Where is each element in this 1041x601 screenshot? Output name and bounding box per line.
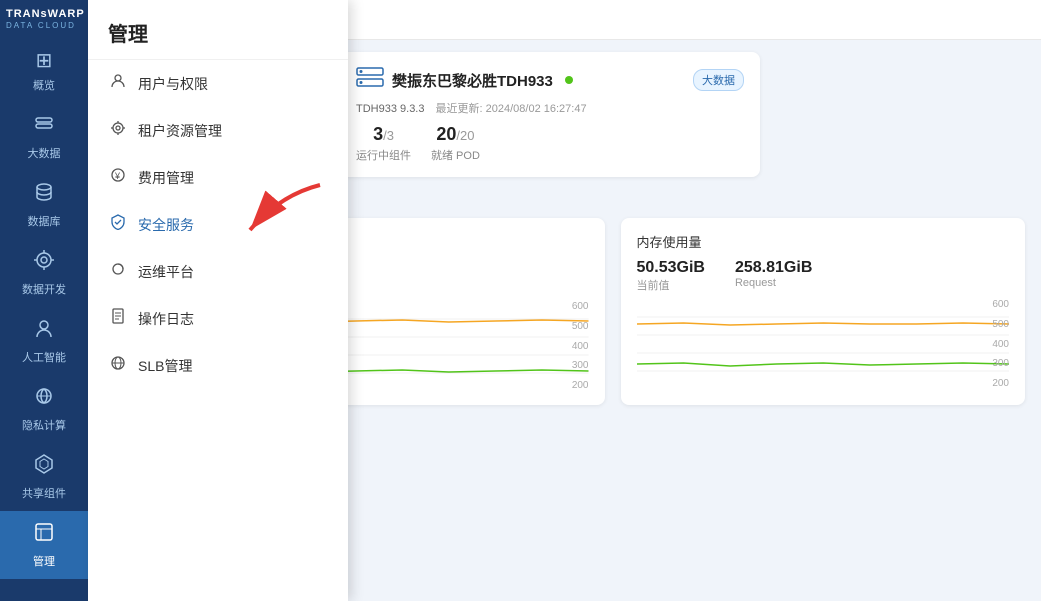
metric-pod-2: 20/20 就绪 POD <box>431 124 480 163</box>
overview-icon: ⊞ <box>36 48 53 73</box>
card-title-row-2: 樊振东巴黎必胜TDH933 <box>356 66 573 94</box>
sidebar-item-admin[interactable]: 管理 <box>0 511 88 579</box>
sidebar-item-label: 大数据 <box>28 145 61 161</box>
ai-icon <box>33 317 55 345</box>
card-name-2: 樊振东巴黎必胜TDH933 <box>392 70 553 91</box>
menu-item-billing[interactable]: ¥ 费用管理 <box>88 154 348 201</box>
card-sub-2: TDH933 9.3.3 最近更新: 2024/08/02 16:27:47 <box>356 100 744 116</box>
sidebar-item-datadev[interactable]: 数据开发 <box>0 239 88 307</box>
card-metrics-2: 3/3 运行中组件 20/20 就绪 POD <box>356 124 744 163</box>
menu-item-label: 用户与权限 <box>138 74 208 94</box>
sidebar-item-ai[interactable]: 人工智能 <box>0 307 88 375</box>
mem-stat-current: 50.53GiB 当前值 <box>637 259 705 293</box>
sidebar-item-overview[interactable]: ⊞ 概览 <box>0 38 88 103</box>
card-header-2: 樊振东巴黎必胜TDH933 大数据 <box>356 66 744 94</box>
mem-chart-area: 600 500 400 300 200 <box>637 299 1010 389</box>
metric-label-comp: 运行中组件 <box>356 147 411 163</box>
mem-request-label: Request <box>735 277 812 289</box>
mem-chart-panel: 内存使用量 50.53GiB 当前值 258.81GiB Request <box>621 218 1026 405</box>
metric-label-pod2: 就绪 POD <box>431 147 480 163</box>
status-dot-2 <box>565 76 573 84</box>
shared-icon <box>33 453 55 481</box>
cpu-y-labels: 600 500 400 300 200 <box>572 301 589 391</box>
menu-item-ops[interactable]: 运维平台 <box>88 248 348 295</box>
ops-icon <box>108 261 128 282</box>
sidebar-item-label: 隐私计算 <box>22 417 66 433</box>
metric-value-comp: 3/3 <box>373 124 394 145</box>
logo-area: TRANsWARP DATA CLOUD <box>0 0 88 38</box>
mem-stat-request: 258.81GiB Request <box>735 259 812 293</box>
datadev-icon <box>33 249 55 277</box>
sidebar-item-bigdata[interactable]: 大数据 <box>0 103 88 171</box>
menu-item-label: 操作日志 <box>138 309 194 329</box>
menu-item-tenant[interactable]: 租户资源管理 <box>88 107 348 154</box>
privacy-icon <box>33 385 55 413</box>
sidebar: TRANsWARP DATA CLOUD ⊞ 概览 大数据 数据库 <box>0 0 88 601</box>
menu-item-label: 安全服务 <box>138 215 194 235</box>
menu-item-user-perm[interactable]: 用户与权限 <box>88 60 348 107</box>
sidebar-item-label: 管理 <box>33 553 55 569</box>
mem-current-label: 当前值 <box>637 277 705 293</box>
brand-sub: DATA CLOUD <box>6 21 82 30</box>
oplog-icon <box>108 308 128 329</box>
mem-y-labels: 600 500 400 300 200 <box>992 299 1009 389</box>
menu-item-label: 运维平台 <box>138 262 194 282</box>
mem-chart-stats: 50.53GiB 当前值 258.81GiB Request <box>637 259 1010 293</box>
slb-icon <box>108 355 128 376</box>
user-icon <box>108 73 128 94</box>
sidebar-item-shared[interactable]: 共享组件 <box>0 443 88 511</box>
menu-item-security[interactable]: 安全服务 <box>88 201 348 248</box>
sidebar-item-privacy[interactable]: 隐私计算 <box>0 375 88 443</box>
sidebar-item-label: 数据库 <box>28 213 61 229</box>
admin-icon <box>33 521 55 549</box>
brand-name: TRANsWARP <box>6 8 82 21</box>
dropdown-title: 管理 <box>88 0 348 60</box>
database-icon <box>33 181 55 209</box>
card-update-2: 最近更新: 2024/08/02 16:27:47 <box>436 103 587 115</box>
bigdata-icon <box>33 113 55 141</box>
mem-chart-title: 内存使用量 <box>637 232 1010 251</box>
mem-request-value: 258.81GiB <box>735 259 812 277</box>
sidebar-item-label: 人工智能 <box>22 349 66 365</box>
cluster-icon-2 <box>356 66 384 94</box>
tenant-icon <box>108 120 128 141</box>
menu-item-label: SLB管理 <box>138 356 192 376</box>
card-version-2: TDH933 9.3.3 <box>356 103 424 115</box>
sidebar-item-label: 数据开发 <box>22 281 66 297</box>
svg-text:¥: ¥ <box>114 171 121 181</box>
menu-item-oplog[interactable]: 操作日志 <box>88 295 348 342</box>
metric-component-2: 3/3 运行中组件 <box>356 124 411 163</box>
badge-2: 大数据 <box>693 69 744 91</box>
sidebar-item-database[interactable]: 数据库 <box>0 171 88 239</box>
menu-item-label: 费用管理 <box>138 168 194 188</box>
security-icon <box>108 214 128 235</box>
menu-item-label: 租户资源管理 <box>138 121 222 141</box>
cluster-card-2: 樊振东巴黎必胜TDH933 大数据 TDH933 9.3.3 最近更新: 202… <box>340 52 760 177</box>
mem-current-value: 50.53GiB <box>637 259 705 277</box>
billing-icon: ¥ <box>108 167 128 188</box>
sidebar-item-label: 概览 <box>33 77 55 93</box>
menu-item-slb[interactable]: SLB管理 <box>88 342 348 389</box>
metric-value-pod2: 20/20 <box>436 124 474 145</box>
sidebar-item-label: 共享组件 <box>22 485 66 501</box>
dropdown-menu: 管理 用户与权限 租户资源管理 ¥ <box>88 0 348 601</box>
